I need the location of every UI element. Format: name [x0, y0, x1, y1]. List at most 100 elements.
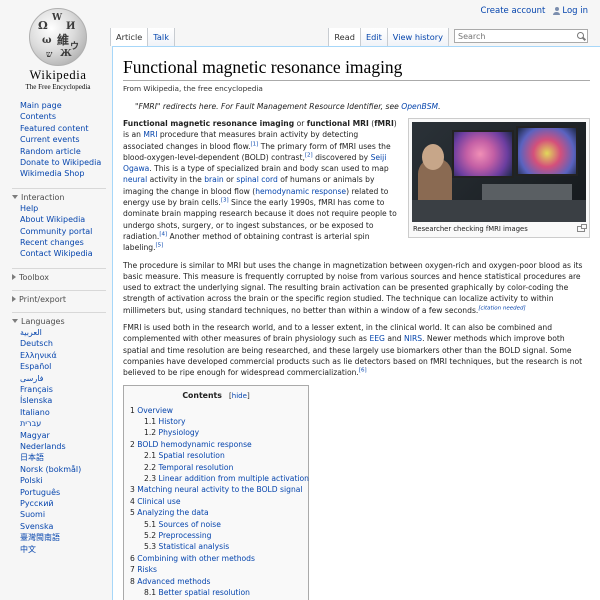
sidebar-item-interaction-3[interactable]: Recent changes	[20, 238, 84, 247]
language-link-19[interactable]: 中文	[20, 545, 36, 554]
language-link-16[interactable]: Suomi	[20, 510, 45, 519]
toc-number: 2.2	[144, 462, 157, 472]
sidebar-item-interaction-1[interactable]: About Wikipedia	[20, 215, 85, 224]
toc-link[interactable]: Advanced methods	[137, 577, 210, 586]
toc-link[interactable]: Temporal resolution	[159, 463, 234, 472]
toc-link[interactable]: Combining with other methods	[137, 554, 255, 563]
ref-2[interactable]: [2]	[305, 152, 313, 159]
toc-link[interactable]: Preprocessing	[159, 531, 212, 540]
language-link-2[interactable]: Ελληνικά	[20, 351, 57, 360]
toc-link[interactable]: BOLD hemodynamic response	[137, 440, 251, 449]
sidebar: Main page Contents Featured content Current…	[0, 100, 112, 555]
sidebar-item-3[interactable]: Current events	[20, 135, 80, 144]
languages-heading[interactable]: Languages	[12, 311, 106, 326]
toc-link[interactable]: Statistical analysis	[159, 542, 230, 551]
toc-item[interactable]: 8 Advanced methods	[130, 576, 302, 587]
sidebar-item-interaction-0[interactable]: Help	[20, 204, 38, 213]
toc-item[interactable]: 3 Matching neural activity to the BOLD s…	[130, 484, 303, 495]
ref-3[interactable]: [3]	[221, 198, 229, 204]
toc-item[interactable]: 5.3 Statistical analysis	[130, 541, 302, 552]
language-link-13[interactable]: Polski	[20, 476, 43, 485]
link-nirs[interactable]: NIRS	[404, 334, 422, 343]
sidebar-item-6[interactable]: Wikimedia Shop	[20, 169, 84, 178]
toc-item[interactable]: 5 Analyzing the data	[130, 507, 302, 518]
toc-item[interactable]: 5.2 Preprocessing	[130, 530, 302, 541]
toc-link[interactable]: Spatial resolution	[159, 451, 225, 460]
language-link-8[interactable]: עברית	[20, 419, 41, 428]
toc-item[interactable]: 2.3 Linear addition from multiple activa…	[130, 473, 309, 484]
toc-item[interactable]: 5.1 Sources of noise	[130, 519, 302, 530]
language-link-4[interactable]: فارسی	[20, 374, 44, 383]
toc-item[interactable]: 2 BOLD hemodynamic response	[130, 439, 302, 450]
toc-item[interactable]: 4 Clinical use	[130, 496, 302, 507]
language-link-3[interactable]: Español	[20, 362, 51, 371]
toolbox-heading[interactable]: Toolbox	[12, 267, 106, 282]
toc-hide-link[interactable]: hide	[232, 392, 247, 400]
ref-5[interactable]: [5]	[156, 243, 164, 249]
sidebar-item-interaction-2[interactable]: Community portal	[20, 227, 92, 236]
toc-link[interactable]: Analyzing the data	[137, 508, 208, 517]
print-export-heading[interactable]: Print/export	[12, 289, 106, 304]
language-link-17[interactable]: Svenska	[20, 522, 53, 531]
language-link-12[interactable]: Norsk (bokmål)	[20, 465, 81, 474]
language-link-7[interactable]: Italiano	[20, 408, 50, 417]
toc-link[interactable]: Sources of noise	[159, 520, 221, 529]
search-input[interactable]	[455, 31, 575, 41]
hatnote-link-openbsm[interactable]: OpenBSM	[401, 102, 438, 111]
search-icon[interactable]	[575, 30, 587, 42]
language-link-10[interactable]: Nederlands	[20, 442, 66, 451]
toc-link[interactable]: Matching neural activity to the BOLD sig…	[137, 485, 302, 494]
create-account-link[interactable]: Create account	[481, 6, 546, 16]
link-spinal-cord[interactable]: spinal cord	[236, 175, 278, 184]
ref-6[interactable]: [6]	[359, 368, 367, 374]
link-brain[interactable]: brain	[204, 175, 224, 184]
toc-item[interactable]: 1 Overview	[130, 405, 302, 416]
login-link[interactable]: Log in	[562, 6, 588, 16]
toc-item[interactable]: 1.1 History	[130, 416, 302, 427]
sidebar-item-2[interactable]: Featured content	[20, 124, 88, 133]
toc-item[interactable]: 2.1 Spatial resolution	[130, 450, 302, 461]
tab-view-history[interactable]: View history	[387, 28, 449, 46]
tab-talk[interactable]: Talk	[148, 28, 175, 46]
tab-read[interactable]: Read	[328, 28, 361, 46]
language-link-0[interactable]: العربية	[20, 328, 42, 337]
sidebar-item-interaction-4[interactable]: Contact Wikipedia	[20, 249, 93, 258]
sidebar-item-0[interactable]: Main page	[20, 101, 62, 110]
toc-link[interactable]: Linear addition from multiple activation	[159, 474, 310, 483]
sidebar-item-5[interactable]: Donate to Wikipedia	[20, 158, 101, 167]
link-mri[interactable]: MRI	[143, 130, 157, 139]
wikipedia-logo[interactable]: Ω W И ω 維 ウ ש Ж Wikipedia The Free Encyc…	[12, 4, 104, 94]
interaction-heading[interactable]: Interaction	[12, 187, 106, 202]
tab-article[interactable]: Article	[110, 28, 149, 46]
language-link-14[interactable]: Português	[20, 488, 60, 497]
link-eeg[interactable]: EEG	[369, 334, 384, 343]
enlarge-icon[interactable]	[577, 224, 587, 232]
toc-item[interactable]: 7 Risks	[130, 564, 302, 575]
toc-link[interactable]: Clinical use	[137, 497, 180, 506]
citation-needed[interactable]: [citation needed]	[478, 305, 525, 311]
language-link-15[interactable]: Русский	[20, 499, 54, 508]
language-link-6[interactable]: Íslenska	[20, 396, 52, 405]
toc-link[interactable]: Better spatial resolution	[159, 588, 250, 597]
toc-item[interactable]: 1.2 Physiology	[130, 427, 302, 438]
sidebar-item-4[interactable]: Random article	[20, 147, 81, 156]
language-link-11[interactable]: 日本語	[20, 453, 44, 462]
toc-item[interactable]: 2.2 Temporal resolution	[130, 462, 302, 473]
link-hemodynamic-response[interactable]: hemodynamic response	[255, 187, 346, 196]
ref-4[interactable]: [4]	[159, 231, 167, 238]
language-link-1[interactable]: Deutsch	[20, 339, 53, 348]
login-link-wrap[interactable]: Log in	[553, 6, 588, 16]
link-neural[interactable]: neural	[123, 175, 147, 184]
toc-item[interactable]: 8.1 Better spatial resolution	[130, 587, 302, 598]
language-link-18[interactable]: 臺灣閩南語	[20, 533, 60, 542]
language-link-9[interactable]: Magyar	[20, 431, 50, 440]
toc-link[interactable]: Risks	[137, 565, 157, 574]
toc-link[interactable]: Physiology	[159, 428, 200, 437]
toc-item[interactable]: 6 Combining with other methods	[130, 553, 302, 564]
thumbnail-image[interactable]	[412, 122, 586, 222]
tab-edit[interactable]: Edit	[360, 28, 388, 46]
toc-link[interactable]: History	[159, 417, 186, 426]
language-link-5[interactable]: Français	[20, 385, 53, 394]
sidebar-item-1[interactable]: Contents	[20, 112, 56, 121]
toc-link[interactable]: Overview	[137, 406, 173, 415]
